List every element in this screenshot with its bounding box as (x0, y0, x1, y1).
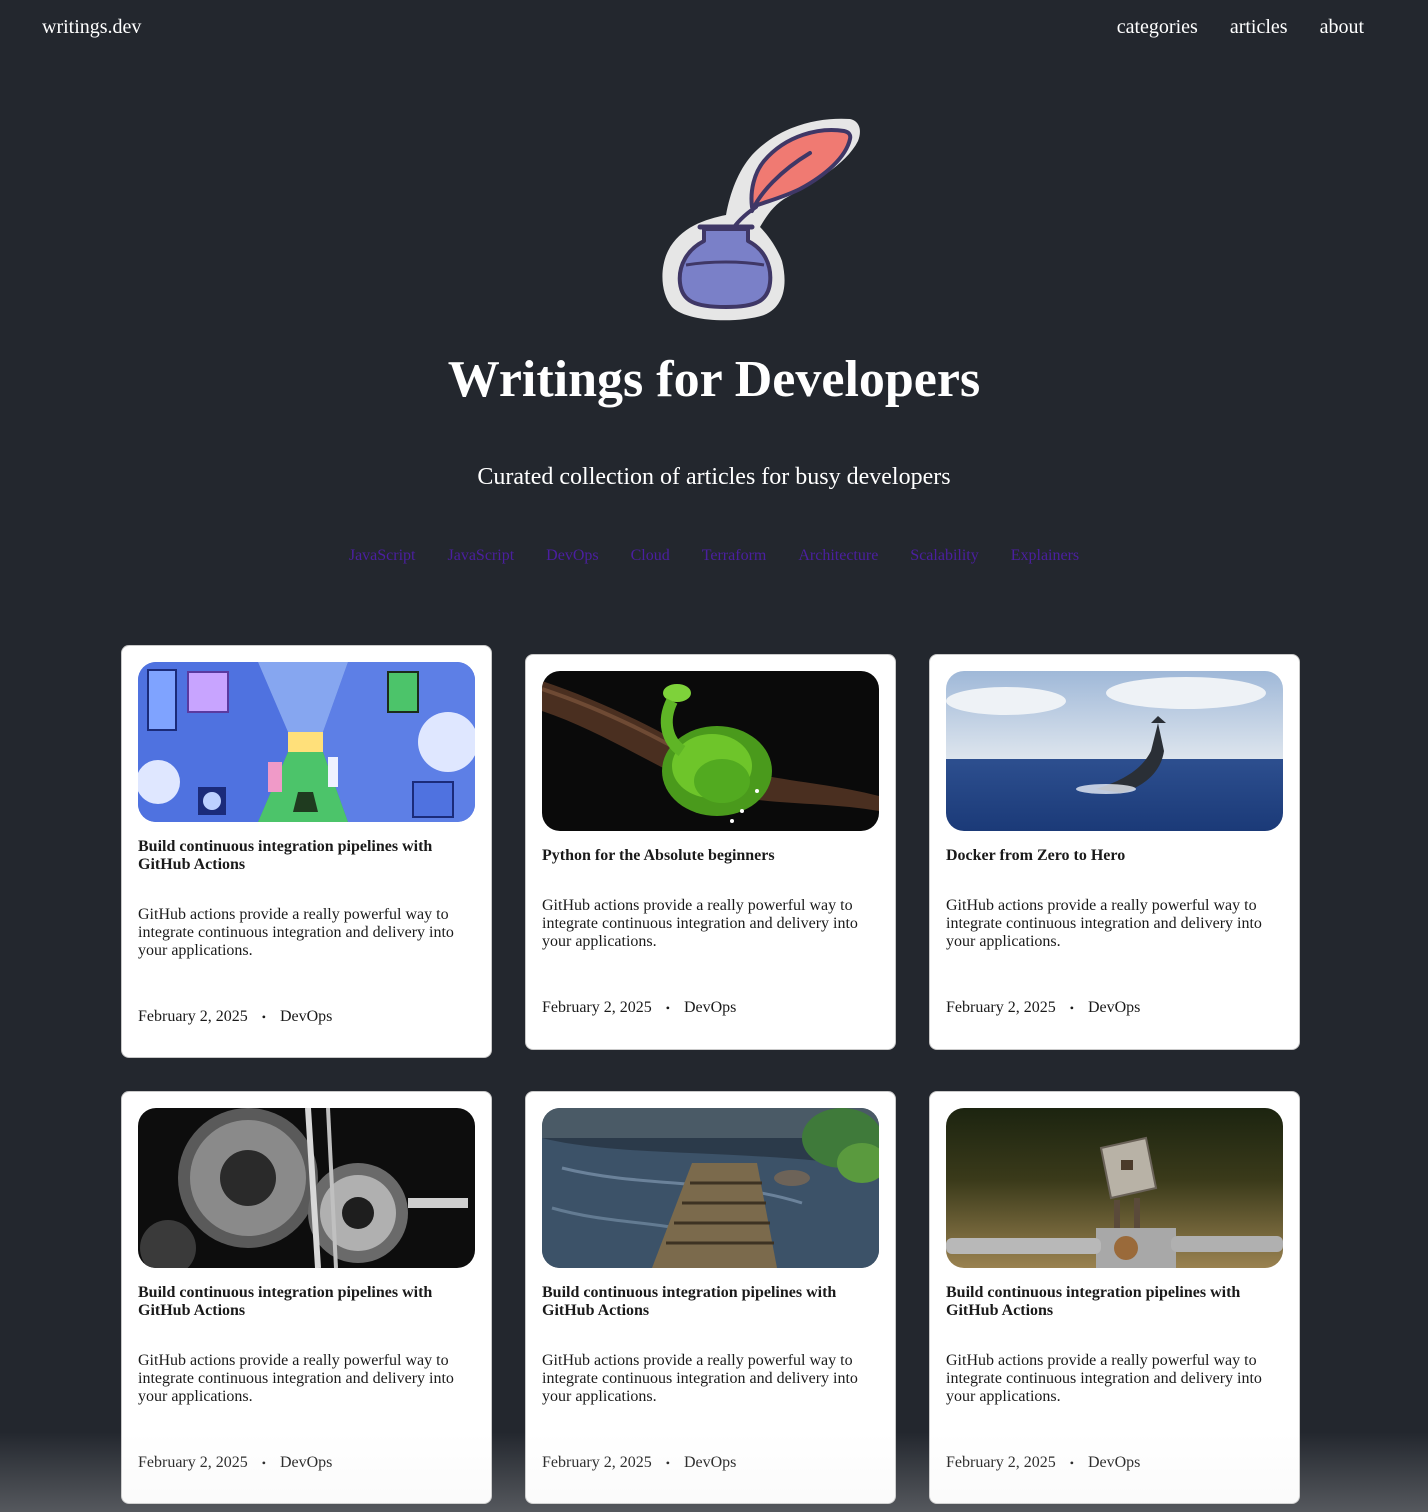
article-image (542, 1108, 879, 1268)
article-card[interactable]: Build continuous integration pipelines w… (525, 1091, 896, 1504)
page-subtitle: Curated collection of articles for busy … (477, 464, 951, 490)
article-description: GitHub actions provide a really powerful… (946, 897, 1262, 950)
article-category[interactable]: DevOps (280, 1454, 332, 1472)
article-meta: February 2, 2025 • DevOps (138, 1454, 475, 1472)
nav-link-categories[interactable]: categories (1117, 16, 1198, 39)
article-title[interactable]: Docker from Zero to Hero (946, 847, 1283, 865)
page-title: Writings for Developers (447, 351, 981, 408)
article-card[interactable]: Build continuous integration pipelines w… (929, 1091, 1300, 1504)
quill-inkpot-icon (662, 118, 860, 321)
meta-separator: • (665, 1000, 670, 1015)
article-image (138, 1108, 475, 1268)
article-category[interactable]: DevOps (1088, 1454, 1140, 1472)
nav-link-articles[interactable]: articles (1230, 16, 1288, 39)
meta-separator: • (261, 1455, 266, 1470)
article-date: February 2, 2025 (542, 1454, 652, 1471)
article-image (138, 662, 475, 822)
category-link-explainers[interactable]: Explainers (1011, 547, 1079, 565)
category-link-devops[interactable]: DevOps (546, 547, 598, 565)
article-image (946, 671, 1283, 831)
article-meta: February 2, 2025 • DevOps (946, 1454, 1283, 1472)
article-image (542, 671, 879, 831)
article-meta: February 2, 2025 • DevOps (542, 1454, 879, 1472)
article-category[interactable]: DevOps (684, 999, 736, 1017)
article-category[interactable]: DevOps (684, 1454, 736, 1472)
meta-separator: • (1069, 1000, 1074, 1015)
article-date: February 2, 2025 (138, 1454, 248, 1471)
category-links: JavaScript JavaScript DevOps Cloud Terra… (0, 547, 1428, 565)
article-category[interactable]: DevOps (280, 1008, 332, 1026)
category-link-cloud[interactable]: Cloud (631, 547, 670, 565)
category-link-scalability[interactable]: Scalability (910, 547, 978, 565)
article-date: February 2, 2025 (542, 999, 652, 1016)
article-date: February 2, 2025 (138, 1008, 248, 1025)
article-description: GitHub actions provide a really powerful… (138, 1352, 454, 1405)
nav-links: categories articles about (1117, 16, 1364, 39)
article-description: GitHub actions provide a really powerful… (138, 906, 454, 959)
top-navigation: writings.dev categories articles about (0, 0, 1428, 56)
article-meta: February 2, 2025 • DevOps (138, 1008, 475, 1026)
article-meta: February 2, 2025 • DevOps (946, 999, 1283, 1017)
meta-separator: • (665, 1455, 670, 1470)
article-card[interactable]: Build continuous integration pipelines w… (121, 645, 492, 1058)
article-card[interactable]: Docker from Zero to Hero GitHub actions … (929, 654, 1300, 1050)
article-title[interactable]: Build continuous integration pipelines w… (946, 1284, 1283, 1320)
article-category[interactable]: DevOps (1088, 999, 1140, 1017)
category-link-architecture[interactable]: Architecture (798, 547, 878, 565)
meta-separator: • (1069, 1455, 1074, 1470)
article-date: February 2, 2025 (946, 1454, 1056, 1471)
article-title[interactable]: Python for the Absolute beginners (542, 847, 879, 865)
article-description: GitHub actions provide a really powerful… (542, 897, 858, 950)
meta-separator: • (261, 1009, 266, 1024)
article-title[interactable]: Build continuous integration pipelines w… (138, 838, 475, 874)
article-title[interactable]: Build continuous integration pipelines w… (138, 1284, 475, 1320)
category-link-javascript-2[interactable]: JavaScript (448, 547, 515, 565)
article-meta: February 2, 2025 • DevOps (542, 999, 879, 1017)
article-title[interactable]: Build continuous integration pipelines w… (542, 1284, 879, 1320)
article-card[interactable]: Python for the Absolute beginners GitHub… (525, 654, 896, 1050)
article-card[interactable]: Build continuous integration pipelines w… (121, 1091, 492, 1504)
brand-link[interactable]: writings.dev (42, 16, 141, 39)
article-image (946, 1108, 1283, 1268)
category-link-terraform[interactable]: Terraform (702, 547, 767, 565)
nav-link-about[interactable]: about (1320, 16, 1364, 39)
category-link-javascript[interactable]: JavaScript (349, 547, 416, 565)
article-description: GitHub actions provide a really powerful… (946, 1352, 1262, 1405)
article-date: February 2, 2025 (946, 999, 1056, 1016)
article-description: GitHub actions provide a really powerful… (542, 1352, 858, 1405)
